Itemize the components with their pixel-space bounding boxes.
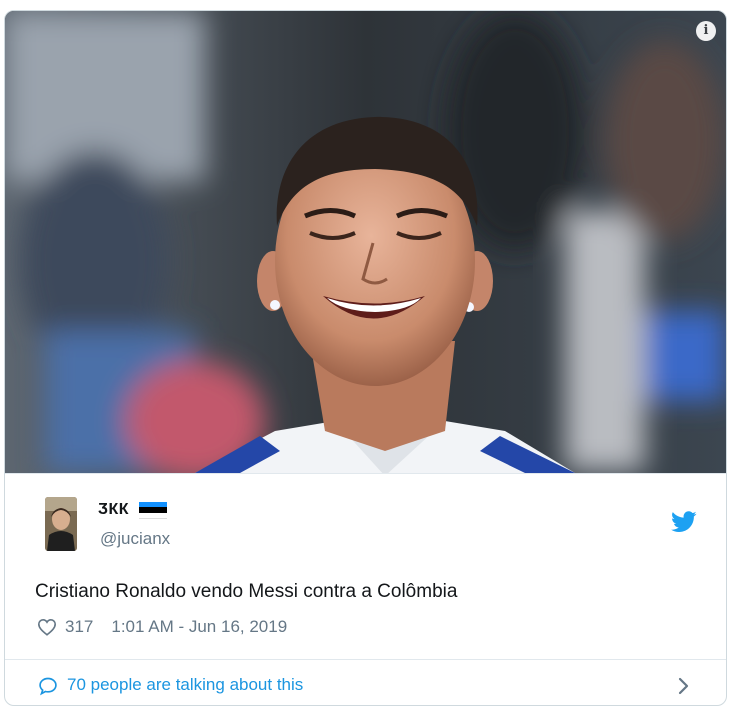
like-count[interactable]: 317: [65, 617, 93, 637]
chevron-right-icon[interactable]: [677, 675, 691, 697]
speech-bubble-icon: [39, 677, 57, 696]
user-handle[interactable]: @jucianx: [100, 529, 170, 549]
talking-about-link[interactable]: 70 people are talking about this: [5, 659, 726, 705]
heart-icon[interactable]: [37, 618, 57, 636]
tweet-meta: 317 1:01 AM - Jun 16, 2019: [37, 617, 287, 637]
avatar[interactable]: [45, 497, 77, 551]
display-name[interactable]: ӠКК: [98, 501, 129, 519]
tweet-card[interactable]: i ӠКК @jucianx Cristiano Ronaldo vendo M…: [4, 10, 727, 706]
media-divider: [5, 473, 726, 474]
talking-about-label[interactable]: 70 people are talking about this: [67, 675, 303, 695]
laughing-man-photo: [5, 11, 726, 473]
author-name-row[interactable]: ӠКК: [98, 501, 168, 520]
tweet-text: Cristiano Ronaldo vendo Messi contra a C…: [35, 581, 458, 602]
info-icon[interactable]: i: [696, 21, 716, 41]
timestamp[interactable]: 1:01 AM - Jun 16, 2019: [111, 617, 287, 637]
twitter-bird-icon[interactable]: [671, 511, 697, 533]
tweet-photo[interactable]: i: [5, 11, 726, 473]
estonia-flag-icon: [139, 501, 168, 520]
